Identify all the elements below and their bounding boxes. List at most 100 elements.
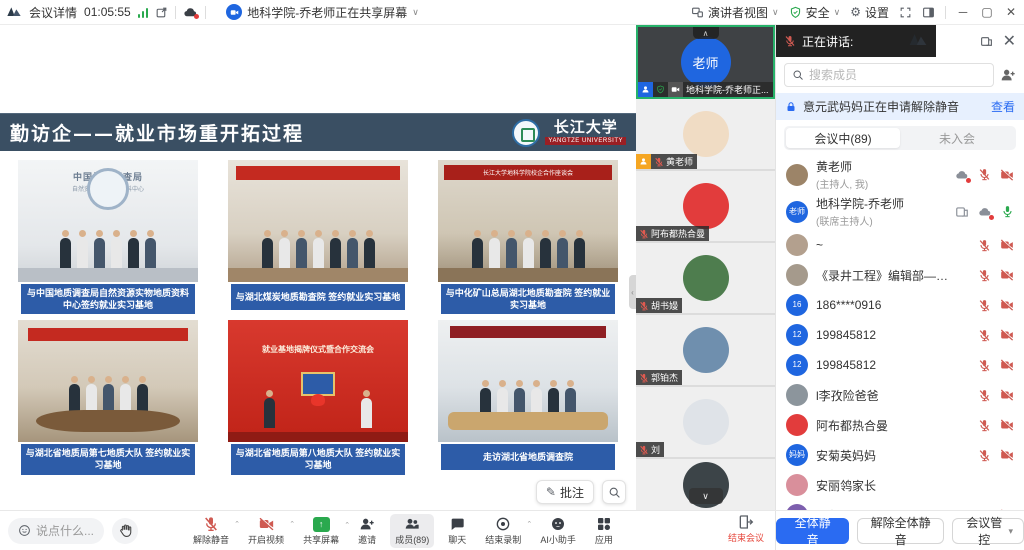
video-tile[interactable]: 郭铂杰 <box>636 315 775 387</box>
meeting-controls-button[interactable]: 会议管控▾ <box>952 518 1024 544</box>
minimize-button[interactable]: ─ <box>956 5 970 19</box>
share-screen-button[interactable]: ↑ 共享屏幕⌃ <box>298 515 344 548</box>
video-tile[interactable]: 刘 <box>636 387 775 459</box>
mic-off-icon <box>636 442 651 457</box>
mic-off-icon[interactable] <box>978 299 991 312</box>
add-member-icon[interactable] <box>1000 67 1016 83</box>
mic-off-icon <box>636 226 651 241</box>
member-row[interactable]: 黄老师 (主持人, 我) <box>776 156 1024 193</box>
ai-assistant-button[interactable]: AI小助手 <box>535 514 581 548</box>
photo-cell: 与湖北省地质局第七地质大队 签约就业实习基地 <box>18 320 198 474</box>
camera-off-icon <box>258 516 275 532</box>
maximize-button[interactable]: ▢ <box>980 5 994 19</box>
camera-off-icon[interactable] <box>1000 448 1014 462</box>
strip-collapse-handle[interactable]: ‹ <box>629 275 636 309</box>
video-tile[interactable]: 胡书嫚 <box>636 243 775 315</box>
avatar <box>683 327 729 373</box>
close-panel-icon[interactable]: ✕ <box>1003 31 1016 51</box>
member-row[interactable]: 12 199845812 <box>776 320 1024 350</box>
mic-off-icon[interactable] <box>978 449 991 462</box>
quick-chat-input[interactable]: 说点什么... <box>8 518 104 544</box>
apps-icon <box>596 516 612 532</box>
video-tile[interactable]: 黄老师 <box>636 99 775 171</box>
mic-off-icon[interactable] <box>978 168 991 181</box>
camera-off-icon[interactable] <box>1000 168 1014 182</box>
camera-off-icon[interactable] <box>1000 328 1014 342</box>
photo-cell: 走访湖北省地质调查院 <box>438 320 618 474</box>
members-button[interactable]: 成员(89) <box>390 514 434 548</box>
sharer-avatar <box>226 4 242 20</box>
raise-hand-button[interactable] <box>112 518 138 544</box>
camera-off-icon[interactable] <box>1000 268 1014 282</box>
settings-button[interactable]: ⚙ 设置 <box>850 4 889 21</box>
mic-off-icon[interactable] <box>978 419 991 432</box>
member-row[interactable]: 老师 地科学院-乔老师 (联席主持人) <box>776 193 1024 230</box>
apps-button[interactable]: 应用 <box>590 514 618 548</box>
member-row[interactable]: 阿布都热合曼 <box>776 410 1024 440</box>
close-button[interactable]: ✕ <box>1004 5 1018 19</box>
mic-off-icon[interactable] <box>978 329 991 342</box>
camera-off-icon[interactable] <box>1000 358 1014 372</box>
camera-off-icon[interactable] <box>1000 388 1014 402</box>
search-input[interactable] <box>809 68 986 82</box>
chevron-up-icon[interactable]: ⌃ <box>344 521 350 529</box>
layout-toggle-icon[interactable] <box>922 6 935 19</box>
chevron-up-icon[interactable]: ⌃ <box>234 520 240 528</box>
collapse-strip-button[interactable]: ∧ <box>693 27 719 39</box>
camera-off-icon[interactable] <box>1000 418 1014 432</box>
mic-off-icon <box>203 516 219 532</box>
view-request-link[interactable]: 查看 <box>991 98 1015 115</box>
chevron-up-icon[interactable]: ⌃ <box>289 520 295 528</box>
member-row[interactable]: ~ <box>776 230 1024 260</box>
member-panel: 正在讲话: ✕ 意元武妈妈正在申请解除静音 查看 会议中(89) 未入会 <box>775 25 1024 510</box>
search-box[interactable] <box>784 63 994 87</box>
cloud-record-status-icon[interactable] <box>183 5 198 20</box>
fullscreen-icon[interactable] <box>899 6 912 19</box>
mic-off-icon[interactable] <box>978 359 991 372</box>
network-signal-icon[interactable] <box>138 7 149 18</box>
mic-off-icon[interactable] <box>978 269 991 282</box>
sharing-status-text[interactable]: 地科学院-乔老师正在共享屏幕 <box>247 4 407 21</box>
video-tile[interactable]: ∨ <box>636 459 775 510</box>
member-row[interactable]: l李孜险爸爸 <box>776 380 1024 410</box>
tab-not-joined[interactable]: 未入会 <box>900 128 1014 148</box>
scroll-down-button[interactable]: ∨ <box>689 488 723 504</box>
meeting-detail-link[interactable]: 会议详情 <box>29 4 77 21</box>
member-row[interactable]: 安丽鸰家长 <box>776 470 1024 500</box>
member-row[interactable]: 《录井工程》编辑部—唐艳军 <box>776 260 1024 290</box>
video-tile-active-speaker[interactable]: ∧ 老师 地科学院-乔老师正... <box>636 25 775 99</box>
chevron-up-icon[interactable]: ⌃ <box>526 520 532 528</box>
unmute-button[interactable]: 解除静音⌃ <box>188 514 234 548</box>
mute-all-button[interactable]: 全体静音 <box>776 518 849 544</box>
mic-off-icon[interactable] <box>978 239 991 252</box>
invite-button[interactable]: 邀请 <box>353 514 381 548</box>
unmute-all-button[interactable]: 解除全体静音 <box>857 518 944 544</box>
camera-off-icon[interactable] <box>1000 238 1014 252</box>
popout-panel-icon[interactable] <box>980 31 993 51</box>
camera-off-icon[interactable] <box>1000 298 1014 312</box>
member-row[interactable]: 16 186****0916 <box>776 290 1024 320</box>
mic-on-icon[interactable] <box>1001 205 1014 218</box>
start-video-button[interactable]: 开启视频⌃ <box>243 514 289 548</box>
view-mode-selector[interactable]: 演讲者视图∨ <box>691 4 779 21</box>
member-row[interactable]: 12 199845812 <box>776 350 1024 380</box>
member-list[interactable]: 黄老师 (主持人, 我) 老师 地科学院-乔老师 (联席主持人) <box>776 154 1024 522</box>
member-row[interactable]: 妈妈 安菊英妈妈 <box>776 440 1024 470</box>
watermark-logo-icon <box>908 30 928 53</box>
member-name: 地科学院-乔老师 <box>816 195 904 212</box>
photo-caption: 与中国地质调查局自然资源实物地质资料中心签约就业实习基地 <box>21 284 195 314</box>
zoom-button[interactable] <box>602 480 626 504</box>
tab-in-meeting[interactable]: 会议中(89) <box>786 128 900 148</box>
security-menu[interactable]: 安全∨ <box>789 4 841 21</box>
annotate-button[interactable]: ✎ 批注 <box>536 480 594 504</box>
photo-caption: 走访湖北省地质调查院 <box>441 444 615 470</box>
end-meeting-button[interactable]: 结束会议 <box>728 514 764 544</box>
mic-off-icon[interactable] <box>978 389 991 402</box>
member-name: 黄老师 <box>816 158 868 175</box>
chevron-down-icon[interactable]: ∨ <box>412 7 419 18</box>
chat-button[interactable]: 聊天 <box>443 514 471 548</box>
open-in-window-icon[interactable] <box>155 6 168 19</box>
slide-header-band: 勤访企——就业市场重开拓过程 长江大学 YANGTZE UNIVERSITY <box>0 113 636 151</box>
stop-record-button[interactable]: 结束录制⌃ <box>480 514 526 548</box>
video-tile[interactable]: 阿布都热合曼 <box>636 171 775 243</box>
